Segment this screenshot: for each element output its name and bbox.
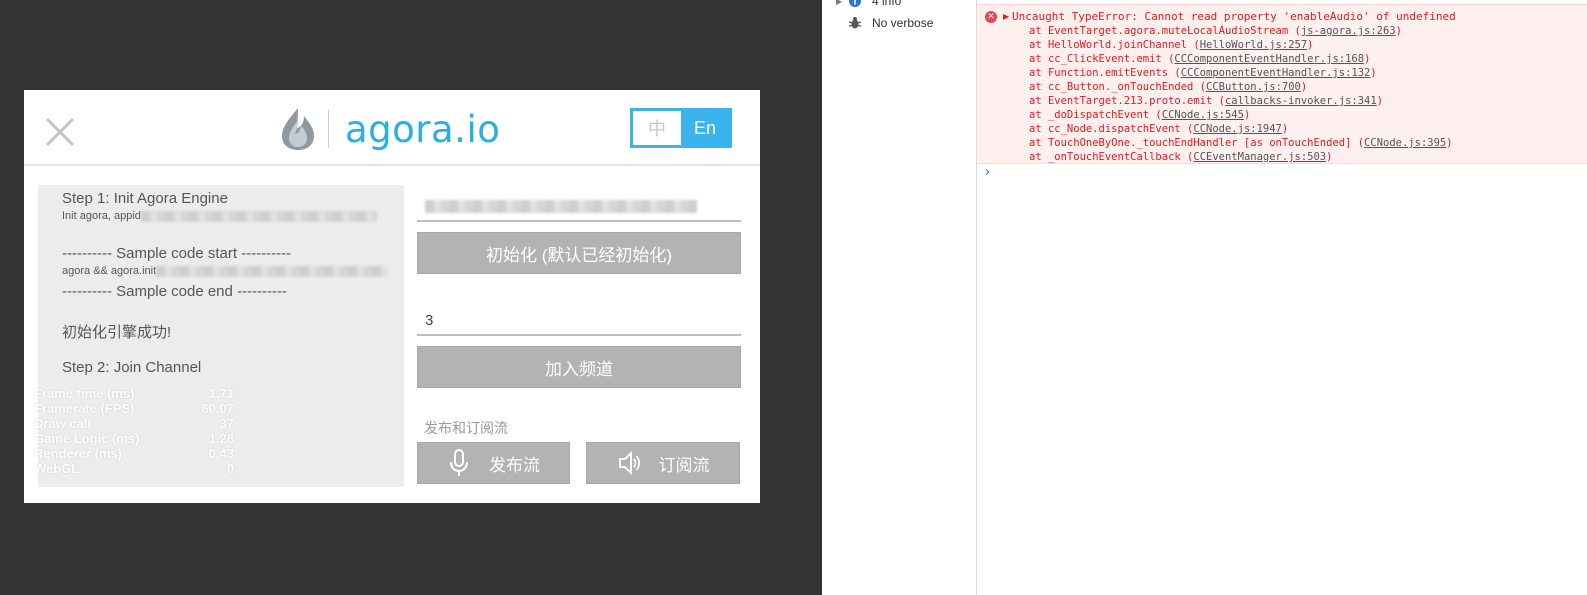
error-icon: ✕ [985, 11, 997, 23]
agora-demo-panel: agora.io 中 En Step 1: Init Agora Engine … [24, 90, 760, 503]
logo-divider [328, 110, 329, 148]
log-step1-title: Step 1: Init Agora Engine [62, 190, 228, 207]
log-sample-start: ---------- Sample code start ---------- [62, 245, 292, 262]
stack-row: at cc_Button._onTouchEnded (CCButton.js:… [1029, 81, 1308, 93]
stack-row: at _doDispatchEvent (CCNode.js:545) [1029, 109, 1251, 121]
expand-icon: ▶ [836, 0, 843, 6]
subscribe-button[interactable]: 订阅流 [586, 442, 740, 484]
stack-row: at Function.emitEvents (CCComponentEvent… [1029, 67, 1377, 79]
join-channel-button[interactable]: 加入频道 [417, 346, 741, 388]
stat-row: Framerate (FPS) 60.07 [34, 401, 234, 416]
stat-label: Frame time (ms) [34, 386, 135, 401]
stack-source-link[interactable]: CCButton.js:700 [1206, 81, 1301, 93]
log-step1-detail-text: Init agora, appid [62, 210, 141, 222]
stat-label: Framerate (FPS) [34, 401, 135, 416]
stat-value: 0.43 [208, 446, 234, 461]
stat-label: Renderer (ms) [34, 446, 123, 461]
stack-trace: at EventTarget.agora.muteLocalAudioStrea… [1029, 24, 1453, 164]
publish-label: 发布流 [489, 455, 540, 475]
flame-logo-icon [282, 108, 314, 150]
stat-label: Draw call [34, 416, 92, 431]
stack-row: at TouchOneByOne._touchEndHandler [as on… [1029, 137, 1453, 149]
subscribe-label: 订阅流 [658, 455, 710, 475]
stack-source-link[interactable]: js-agora.js:263 [1301, 25, 1396, 37]
redacted-appid [140, 210, 377, 222]
log-step1-detail: Init agora, appid [62, 210, 377, 222]
sidebar-item-info[interactable]: ▶ 4 info [836, 0, 901, 8]
console-error-message[interactable]: ✕ ▶ Uncaught TypeError: Cannot read prop… [977, 4, 1587, 164]
stat-row: Frame time (ms) 1.71 [34, 386, 234, 401]
stat-label: Game Logic (ms) [34, 431, 140, 446]
sidebar-item-label: No verbose [872, 16, 934, 30]
log-sample-code: agora && agora.init [62, 265, 389, 277]
channel-input[interactable] [417, 306, 741, 336]
redacted-code [156, 265, 389, 277]
log-sample-code-text: agora && agora.init [62, 265, 157, 277]
logo-text: agora.io [345, 107, 501, 151]
close-button[interactable] [44, 116, 76, 148]
console-panel: ✕ ▶ Uncaught TypeError: Cannot read prop… [977, 0, 1587, 595]
expand-error-icon[interactable]: ▶ [1003, 12, 1009, 21]
stack-row: at HelloWorld.joinChannel (HelloWorld.js… [1029, 39, 1314, 51]
stack-row: at _onTouchEventCallback (CCEventManager… [1029, 151, 1333, 163]
stack-source-link[interactable]: callbacks-invoker.js:341 [1225, 95, 1377, 107]
lang-option-en[interactable]: En [681, 111, 729, 145]
stack-row: at cc_Node.dispatchEvent (CCNode.js:1947… [1029, 123, 1289, 135]
stack-source-link[interactable]: CCEventManager.js:503 [1193, 151, 1326, 163]
close-icon [45, 117, 75, 147]
stack-row: at cc_ClickEvent.emit (CCComponentEventH… [1029, 53, 1371, 65]
stat-value: 1.71 [208, 386, 234, 401]
game-canvas: agora.io 中 En Step 1: Init Agora Engine … [0, 0, 822, 595]
stat-value: 37 [219, 416, 234, 431]
init-button[interactable]: 初始化 (默认已经初始化) [417, 232, 741, 274]
stack-source-link[interactable]: CCNode.js:395 [1364, 137, 1446, 149]
pubsub-label: 发布和订阅流 [424, 420, 508, 436]
sidebar-item-label: 4 info [872, 0, 902, 8]
stat-label: WebGL [34, 461, 80, 476]
stack-source-link[interactable]: CCComponentEventHandler.js:168 [1174, 53, 1364, 65]
stat-value: 0 [226, 461, 234, 476]
redacted-appid-value [425, 200, 697, 213]
info-icon [846, 0, 864, 8]
console-sidebar: ▶ 4 info No verbose [822, 0, 977, 595]
log-init-success: 初始化引擎成功! [62, 324, 172, 341]
microphone-icon [447, 449, 471, 477]
stat-row: Renderer (ms) 0.43 [34, 446, 234, 461]
language-toggle: 中 En [630, 108, 732, 148]
error-text: Uncaught TypeError: Cannot read property… [1012, 10, 1456, 23]
appid-input[interactable] [417, 198, 741, 222]
stat-row: Draw call 37 [34, 416, 234, 431]
stack-source-link[interactable]: CCComponentEventHandler.js:132 [1181, 67, 1371, 79]
stats-overlay: Frame time (ms) 1.71 Framerate (FPS) 60.07… [34, 386, 234, 476]
stat-row: WebGL 0 [34, 461, 234, 476]
log-sample-end: ---------- Sample code end ---------- [62, 283, 287, 300]
stat-value: 60.07 [201, 401, 234, 416]
stack-source-link[interactable]: CCNode.js:1947 [1193, 123, 1282, 135]
agora-logo: agora.io [280, 106, 500, 152]
speaker-icon [617, 449, 641, 477]
stack-row: at EventTarget.213.proto.emit (callbacks… [1029, 95, 1384, 107]
stat-value: 1.28 [208, 431, 234, 446]
publish-button[interactable]: 发布流 [417, 442, 570, 484]
sidebar-item-verbose[interactable]: No verbose [836, 16, 933, 30]
log-step2-title: Step 2: Join Channel [62, 359, 202, 376]
stat-row: Game Logic (ms) 1.28 [34, 431, 234, 446]
stack-source-link[interactable]: CCNode.js:545 [1162, 109, 1244, 121]
stack-row: at EventTarget.agora.muteLocalAudioStrea… [1029, 25, 1402, 37]
panel-header: agora.io 中 En [24, 90, 760, 166]
bug-icon [846, 16, 864, 30]
lang-option-zh[interactable]: 中 [633, 111, 681, 145]
stack-source-link[interactable]: HelloWorld.js:257 [1200, 39, 1307, 51]
console-prompt[interactable]: › [985, 165, 990, 180]
